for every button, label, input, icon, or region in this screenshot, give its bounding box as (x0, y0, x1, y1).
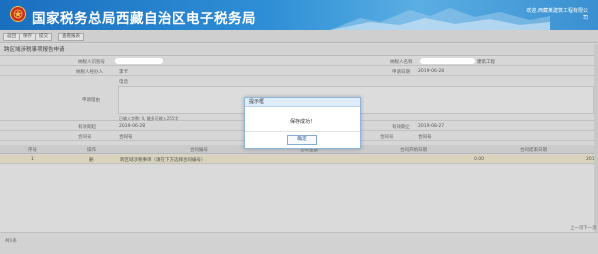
submit-button[interactable]: 提交 (35, 33, 52, 41)
col-contract-no: 合同编号 (190, 148, 208, 153)
valid-from-label: 有效期起 (78, 125, 96, 130)
record-count: 共1条 (5, 239, 17, 244)
taxpayer-id-redacted (115, 58, 163, 64)
form-row-applicant: 纳税人经办人 李卡 申请日期 2019-06-28 (0, 67, 598, 76)
welcome-line-2: 司 (582, 15, 588, 21)
view-report-button[interactable]: 查看报表 (58, 33, 84, 41)
reason-label: 申请理由 (82, 98, 100, 103)
taxpayer-id-label: 纳税人识别号 (78, 60, 105, 65)
contact-label: 电话 (119, 80, 128, 85)
row-amount: 0.00 (474, 157, 485, 162)
row-name: 跨区域涉税事项（请在下方选择合同编号） (120, 158, 206, 163)
taxpayer-name-redacted (420, 58, 475, 64)
vertical-scrollbar[interactable] (594, 44, 598, 232)
applicant-label: 纳税人经办人 (76, 70, 103, 75)
save-button[interactable]: 保存 (19, 33, 36, 41)
prev-page-link[interactable]: 上一页 (570, 225, 584, 231)
table-row[interactable]: 1 删 跨区域涉税事项（请在下方选择合同编号） 0.00 2019 (0, 155, 598, 164)
tax-emblem-icon (10, 6, 26, 22)
taxpayer-name-label: 纳税人名称 (390, 60, 413, 65)
contract-label: 合同号 (78, 135, 92, 140)
row-delete-link[interactable]: 删 (89, 157, 94, 163)
contract-value[interactable]: 合同号 (119, 134, 133, 140)
dialog-title: 提示框 (245, 98, 360, 107)
col-start: 合同开始日期 (400, 148, 427, 153)
contract2-label: 合同号 (380, 135, 394, 140)
valid-to-label: 有效期止 (392, 125, 410, 130)
toolbar: 返回 保存 提交 查看报表 (0, 30, 598, 43)
back-button[interactable]: 返回 (3, 33, 20, 41)
alert-dialog: 提示框 保存成功！ 确定 (244, 97, 361, 149)
app-title: 国家税务总局西藏自治区电子税务局 (32, 11, 256, 27)
welcome-line-1: 欢迎,西藏某建筑工程有限公 (526, 8, 588, 14)
dialog-ok-button[interactable]: 确定 (287, 135, 317, 145)
applicant-value[interactable]: 李卡 (119, 69, 128, 75)
valid-to-value[interactable]: 2019-08-27 (418, 124, 444, 129)
row-index: 1 (31, 157, 34, 162)
contract2-value[interactable]: 合同号 (418, 134, 432, 140)
next-page-link[interactable]: 下一页 (583, 225, 597, 231)
apply-date-value[interactable]: 2019-06-28 (418, 69, 444, 74)
col-end: 合同结束日期 (520, 148, 547, 153)
valid-from-value[interactable]: 2019-06-28 (119, 124, 145, 129)
col-index: 序号 (28, 148, 37, 153)
col-op: 操作 (87, 148, 96, 153)
form-row-taxpayer: 纳税人识别号 纳税人名称 建筑工程 (0, 57, 598, 66)
apply-date-label: 申请日期 (392, 70, 410, 75)
dialog-divider (245, 131, 360, 132)
dialog-message: 保存成功！ (289, 119, 315, 125)
welcome-user: 欢迎,西藏某建筑工程有限公 司 (508, 8, 588, 22)
app-header: 国家税务总局西藏自治区电子税务局 欢迎,西藏某建筑工程有限公 司 (0, 0, 598, 30)
taxpayer-name-suffix: 建筑工程 (477, 60, 495, 65)
table-body-empty (0, 165, 598, 232)
pagination-bar: 共1条 上一页 下一页 (0, 226, 598, 254)
page-title: 跨区域涉税事项报告申请 (0, 44, 598, 56)
